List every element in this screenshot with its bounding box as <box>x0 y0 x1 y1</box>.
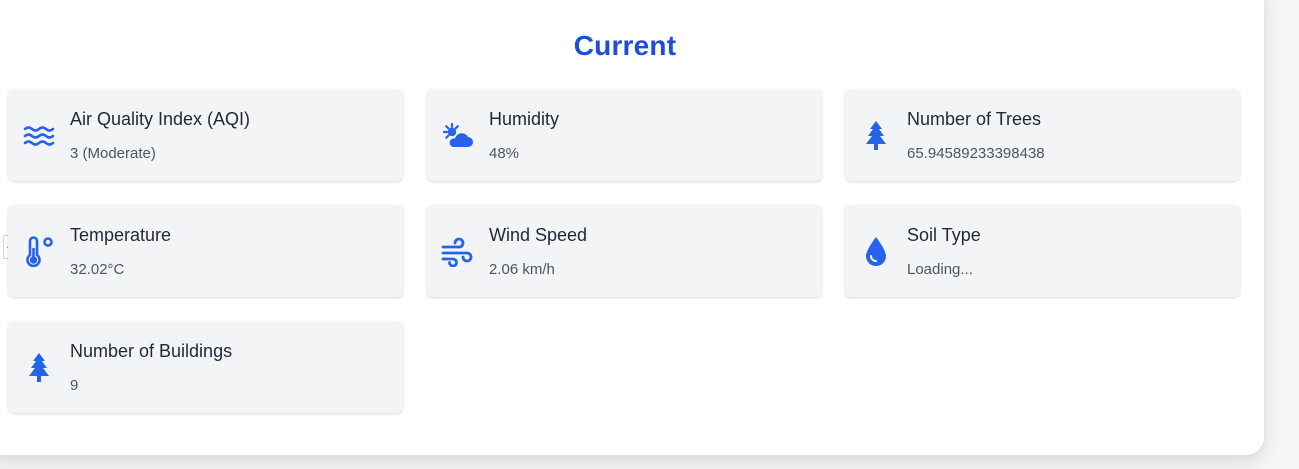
waves-icon <box>22 119 56 153</box>
section-title: Current <box>573 30 677 61</box>
temperature-label: Temperature <box>70 225 172 245</box>
buildings-label: Number of Buildings <box>70 341 233 361</box>
sun-cloud-icon <box>441 119 475 153</box>
temperature-card: Temperature 32.02°C <box>8 205 403 297</box>
trees-value: 65.94589233398438 <box>907 145 1045 162</box>
humidity-card: Humidity 48% <box>427 89 822 181</box>
trees-label: Number of Trees <box>907 109 1042 129</box>
buildings-value: 9 <box>70 377 79 394</box>
soil-type-card: Soil Type Loading... <box>845 205 1240 297</box>
aqi-value: 3 (Moderate) <box>70 145 156 162</box>
humidity-label: Humidity <box>489 109 560 129</box>
aqi-card: Air Quality Index (AQI) 3 (Moderate) <box>8 89 403 181</box>
wind-speed-label: Wind Speed <box>489 225 588 245</box>
tree-icon <box>22 351 56 385</box>
trees-card: Number of Trees 65.94589233398438 <box>845 89 1240 181</box>
temperature-value: 32.02°C <box>70 261 125 278</box>
soil-type-value: Loading... <box>907 261 973 278</box>
aqi-label: Air Quality Index (AQI) <box>70 109 251 129</box>
thermometer-icon <box>22 235 56 269</box>
wind-speed-card: Wind Speed 2.06 km/h <box>427 205 822 297</box>
buildings-card: Number of Buildings 9 <box>8 321 403 413</box>
humidity-value: 48% <box>489 145 520 162</box>
droplet-icon <box>859 235 893 269</box>
wind-speed-value: 2.06 km/h <box>489 261 555 278</box>
tree-icon <box>859 119 893 153</box>
soil-type-label: Soil Type <box>907 225 981 245</box>
wind-icon <box>441 235 475 269</box>
